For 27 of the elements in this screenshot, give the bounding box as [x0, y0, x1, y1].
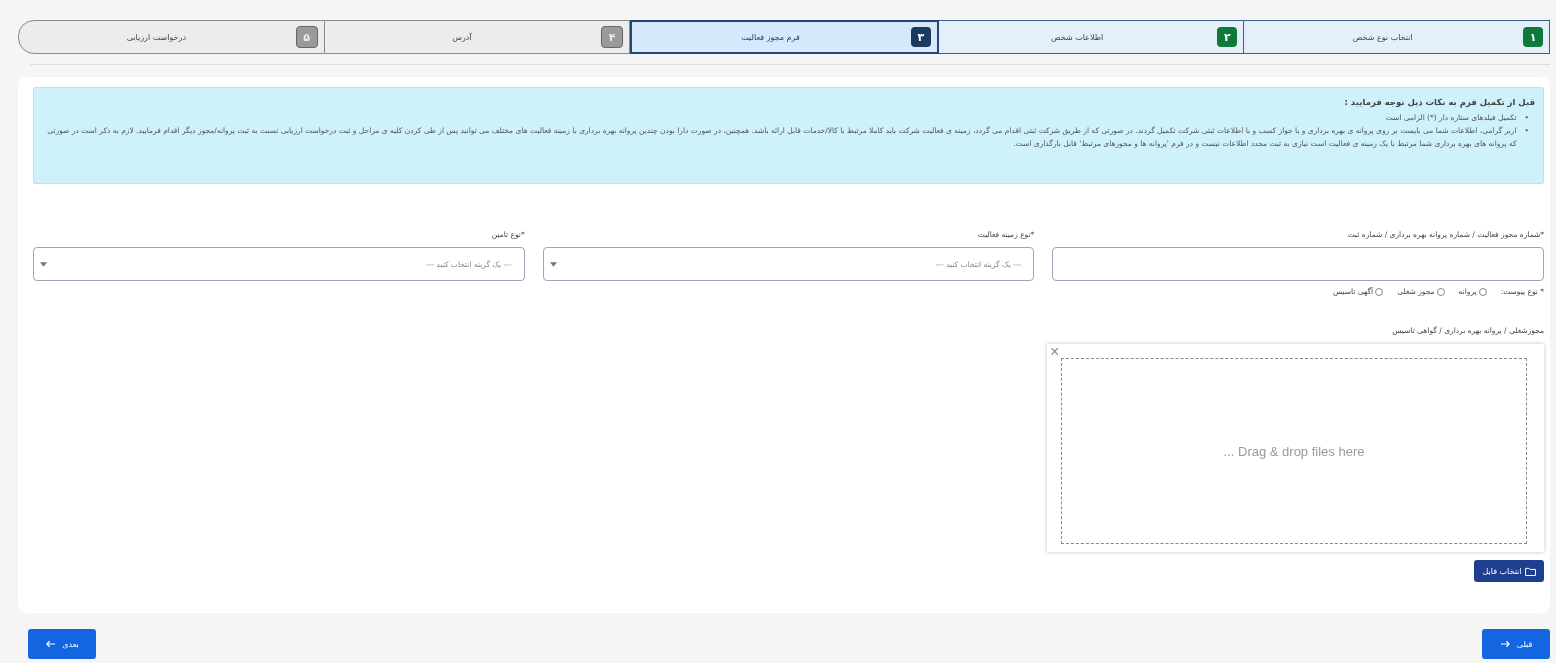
step-tab[interactable]: ۳ فرم مجوز فعالیت: [630, 20, 939, 54]
drop-hint: ... Drag & drop files here: [1223, 443, 1365, 459]
step-label: آدرس: [451, 32, 473, 42]
step-tab[interactable]: ۵ درخواست ارزیابی: [18, 20, 325, 54]
arrow-icon: [45, 640, 57, 648]
close-button[interactable]: ×: [1050, 344, 1060, 360]
step-tab[interactable]: ۴ آدرس: [324, 20, 631, 54]
notice-title: قبل از تکمیل فرم به نکات ذیل توجه فرمایید :: [1344, 97, 1535, 107]
step-label: انتخاب نوع شخص: [1351, 32, 1414, 42]
step-tab[interactable]: ۱ انتخاب نوع شخص: [1244, 20, 1550, 54]
step-label: اطلاعات شخص: [1049, 32, 1105, 42]
caret-icon: [549, 261, 557, 267]
previous-button[interactable]: قبلی: [1482, 629, 1550, 659]
caret-icon: [40, 261, 47, 267]
step-number: ۲: [1217, 27, 1238, 47]
input-field[interactable]: [1052, 247, 1544, 281]
step-number: ۴: [601, 26, 624, 48]
next-button[interactable]: بعدی: [28, 629, 96, 659]
choose-file-button[interactable]: انتخاب فایل: [1474, 560, 1544, 582]
step-label: فرم مجوز فعالیت: [740, 32, 801, 42]
step-number: ۱: [1523, 27, 1543, 47]
step-number: ۵: [295, 26, 318, 48]
arrow-icon: [1499, 640, 1511, 648]
step-label: درخواست ارزیابی: [125, 32, 187, 42]
step-tab[interactable]: ۲ اطلاعات شخص: [938, 20, 1245, 54]
step-number: ۳: [910, 27, 931, 47]
folder-icon: [1524, 566, 1536, 576]
